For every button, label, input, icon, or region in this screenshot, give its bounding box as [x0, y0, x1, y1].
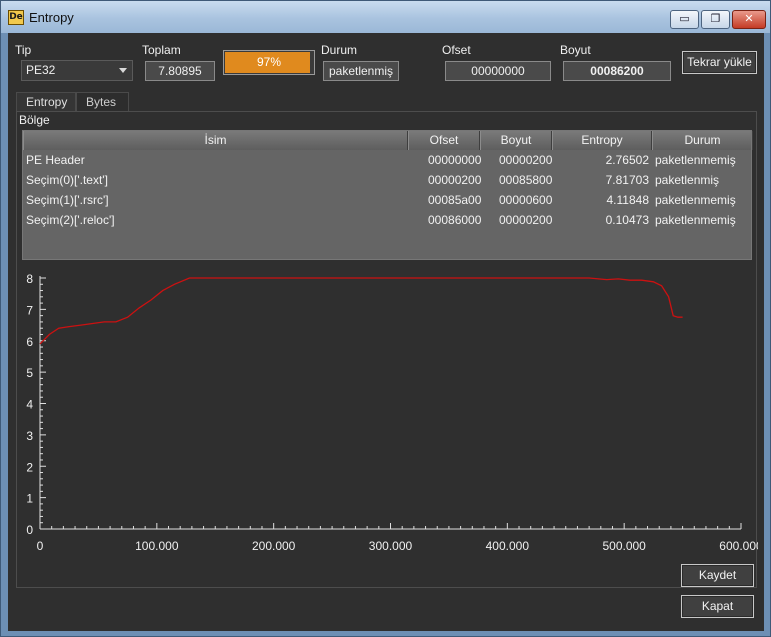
region-table[interactable]: İsim Ofset Boyut Entropy Durum PE Header… — [22, 130, 753, 260]
close-button[interactable]: Kapat — [681, 595, 754, 618]
entropy-chart: 0 1 2 3 4 5 6 7 8 0 100.000 200.000 300.000 400.000 50… — [26, 272, 758, 553]
tab-entropy[interactable]: Entropy — [16, 92, 76, 112]
cell-entropy: 2.76502 — [605, 153, 649, 167]
cell-entropy: 0.10473 — [605, 213, 649, 227]
cell-offset: 00085a00 — [428, 193, 482, 207]
minimize-button[interactable]: ▭ — [670, 10, 699, 29]
table-row[interactable]: Seçim(1)['.rsrc'] 00085a00 00000600 4.11… — [23, 190, 751, 210]
reload-button[interactable]: Tekrar yükle — [682, 51, 757, 74]
x-tick-label: 300.000 — [369, 539, 413, 553]
client-area: Tip PE32 Toplam 7.80895 97% Durum paketl… — [8, 33, 764, 631]
column-header-name[interactable]: İsim — [23, 131, 408, 150]
column-header-status[interactable]: Durum — [652, 131, 753, 150]
cell-status: paketlenmemiş — [655, 193, 736, 207]
cell-status: paketlenmemiş — [655, 213, 736, 227]
y-tick-label: 6 — [26, 335, 33, 349]
durum-field: paketlenmiş — [323, 61, 399, 81]
close-window-button[interactable]: ✕ — [732, 10, 766, 29]
cell-offset: 00000200 — [428, 173, 482, 187]
cell-size: 00085800 — [499, 173, 553, 187]
ofset-field: 00000000 — [445, 61, 551, 81]
x-tick-label: 600.000 — [719, 539, 758, 553]
entropy-progress-bar: 97% — [223, 50, 315, 75]
x-tick-label: 400.000 — [486, 539, 530, 553]
y-tick-label: 2 — [26, 460, 33, 474]
y-tick-label: 8 — [26, 272, 33, 286]
x-tick-label: 100.000 — [135, 539, 179, 553]
cell-name: PE Header — [26, 153, 85, 167]
table-row[interactable]: PE Header 00000000 00000200 2.76502 pake… — [23, 150, 751, 170]
cell-entropy: 7.81703 — [605, 173, 649, 187]
boyut-label: Boyut — [560, 43, 591, 57]
region-label: Bölge — [19, 113, 50, 127]
x-tick-label: 200.000 — [252, 539, 296, 553]
tip-value: PE32 — [26, 63, 56, 77]
y-tick-label: 5 — [26, 366, 33, 380]
toplam-field: 7.80895 — [145, 61, 215, 81]
cell-name: Seçim(0)['.text'] — [26, 173, 108, 187]
cell-status: paketlenmemiş — [655, 153, 736, 167]
save-button[interactable]: Kaydet — [681, 564, 754, 587]
column-header-size[interactable]: Boyut — [480, 131, 552, 150]
y-tick-label: 7 — [26, 303, 33, 317]
cell-status: paketlenmiş — [655, 173, 720, 187]
cell-entropy: 4.11848 — [606, 193, 650, 207]
cell-size: 00000600 — [499, 193, 553, 207]
y-tick-label: 0 — [26, 523, 33, 537]
cell-offset: 00000000 — [428, 153, 482, 167]
cell-offset: 00086000 — [428, 213, 482, 227]
table-header: İsim Ofset Boyut Entropy Durum — [23, 131, 753, 150]
chevron-down-icon — [119, 68, 127, 73]
entropy-series-line — [39, 277, 683, 345]
entropy-window: De Entropy ▭ ❐ ✕ Tip PE32 Toplam 7.80895… — [0, 0, 771, 637]
cell-size: 00000200 — [499, 213, 553, 227]
maximize-button[interactable]: ❐ — [701, 10, 730, 29]
boyut-field: 00086200 — [563, 61, 671, 81]
ofset-label: Ofset — [442, 43, 471, 57]
cell-size: 00000200 — [499, 153, 553, 167]
table-row[interactable]: Seçim(2)['.reloc'] 00086000 00000200 0.1… — [23, 210, 751, 230]
x-tick-label: 0 — [37, 539, 44, 553]
cell-name: Seçim(1)['.rsrc'] — [26, 193, 109, 207]
y-tick-label: 3 — [26, 429, 33, 443]
entropy-panel: Bölge İsim Ofset Boyut Entropy Durum PE … — [16, 111, 758, 588]
cell-name: Seçim(2)['.reloc'] — [26, 213, 115, 227]
toplam-label: Toplam — [142, 43, 181, 57]
title-bar[interactable]: De Entropy ▭ ❐ ✕ — [1, 1, 770, 33]
tip-combobox[interactable]: PE32 — [21, 60, 133, 81]
durum-label: Durum — [321, 43, 358, 57]
progress-text: 97% — [256, 55, 282, 69]
y-tick-label: 1 — [26, 492, 33, 506]
column-header-entropy[interactable]: Entropy — [552, 131, 652, 150]
y-tick-label: 4 — [26, 398, 33, 412]
x-tick-label: 500.000 — [602, 539, 646, 553]
column-header-offset[interactable]: Ofset — [408, 131, 480, 150]
table-row[interactable]: Seçim(0)['.text'] 00000200 00085800 7.81… — [23, 170, 751, 190]
window-title: Entropy — [29, 10, 74, 25]
app-logo-icon: De — [8, 10, 24, 25]
tip-label: Tip — [15, 43, 32, 57]
tab-bytes[interactable]: Bytes — [76, 92, 129, 112]
